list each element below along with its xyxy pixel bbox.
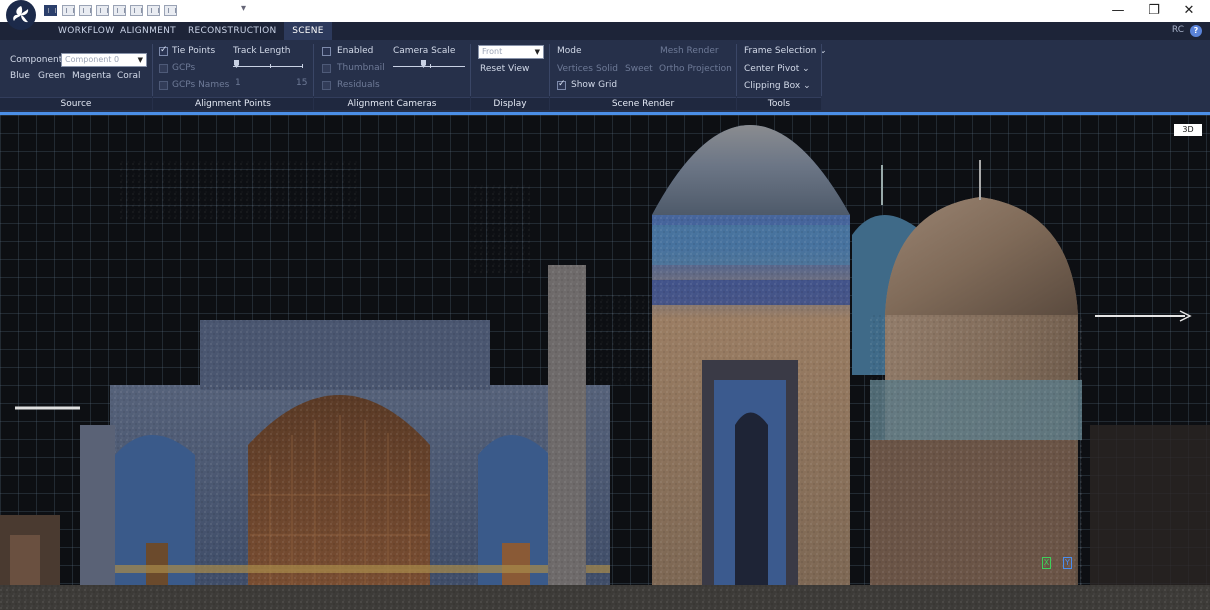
layout-8-icon[interactable] [164, 5, 177, 16]
account-label[interactable]: RC [1172, 25, 1184, 35]
point-cloud-render [0, 125, 1210, 610]
restore-button[interactable]: ❐ [1140, 2, 1168, 20]
separator [313, 44, 314, 96]
enabled-label: Enabled [337, 46, 374, 56]
show-grid-label: Show Grid [571, 80, 618, 90]
color-blue[interactable]: Blue [10, 71, 30, 81]
alignment-points-group-label: Alignment Points [153, 97, 313, 110]
color-coral[interactable]: Coral [117, 71, 141, 81]
layout-3-icon[interactable] [79, 5, 92, 16]
app-logo-icon[interactable] [6, 0, 36, 30]
chevron-down-icon: ⌄ [803, 81, 811, 91]
layout-1-icon[interactable] [44, 5, 57, 16]
tab-reconstruction[interactable]: RECONSTRUCTION [188, 22, 276, 40]
title-bar: ▾ — ❐ ✕ [0, 0, 1210, 30]
residuals-label: Residuals [337, 80, 380, 90]
view-dropdown-value: Front [482, 47, 503, 56]
tie-points-checkbox[interactable] [159, 45, 168, 56]
gcps-names-checkbox[interactable] [159, 81, 168, 90]
gizmo-y-icon[interactable]: Y [1063, 557, 1072, 569]
tie-points-label: Tie Points [172, 46, 216, 56]
track-min-value: 1 [235, 78, 241, 88]
chevron-down-icon: ▼ [534, 48, 540, 56]
slider-track [233, 66, 303, 67]
slider-tick [430, 64, 431, 68]
3d-viewport[interactable]: 3D X Y [0, 115, 1210, 610]
track-length-label: Track Length [233, 46, 291, 56]
center-pivot-button[interactable]: Center Pivot ⌄ [744, 64, 810, 74]
gcps-label: GCPs [172, 63, 196, 73]
residuals-checkbox[interactable] [322, 81, 331, 90]
quick-access-dropdown[interactable]: ▾ [241, 3, 246, 14]
ortho-projection-option[interactable]: Ortho Projection [659, 64, 732, 74]
layout-5-icon[interactable] [113, 5, 126, 16]
frame-selection-label: Frame Selection [744, 46, 817, 56]
clipping-box-button[interactable]: Clipping Box ⌄ [744, 81, 811, 91]
tools-group-label: Tools [737, 97, 821, 110]
color-green[interactable]: Green [38, 71, 65, 81]
separator [549, 44, 550, 96]
enabled-checkbox[interactable] [322, 47, 331, 56]
slider-tick [302, 64, 303, 68]
view-mode-badge[interactable]: 3D [1174, 124, 1202, 136]
slider-track [393, 66, 465, 67]
component-dropdown[interactable]: Component 0 ▼ [61, 53, 147, 67]
view-dropdown[interactable]: Front ▼ [478, 45, 544, 59]
minimize-button[interactable]: — [1104, 2, 1132, 20]
tab-workflow[interactable]: WORKFLOW [58, 22, 114, 40]
separator [736, 44, 737, 96]
layout-7-icon[interactable] [147, 5, 160, 16]
layout-2-icon[interactable] [62, 5, 75, 16]
track-max-value: 15 [296, 78, 308, 88]
display-group-label: Display [471, 97, 549, 110]
mode-label: Mode [557, 46, 582, 56]
clipping-box-label: Clipping Box [744, 81, 801, 91]
tab-alignment[interactable]: ALIGNMENT [118, 22, 178, 40]
separator [821, 44, 822, 96]
alignment-cameras-group-label: Alignment Cameras [314, 97, 470, 110]
close-button[interactable]: ✕ [1175, 2, 1203, 20]
camera-scale-label: Camera Scale [393, 46, 456, 56]
scene-render-group-label: Scene Render [550, 97, 736, 110]
frame-selection-button[interactable]: Frame Selection ⌄ [744, 46, 827, 56]
tab-scene[interactable]: SCENE [284, 22, 332, 40]
component-dropdown-value: Component 0 [65, 55, 120, 64]
gcps-checkbox[interactable] [159, 64, 168, 73]
source-group-label: Source [0, 97, 152, 110]
chevron-down-icon: ⌄ [802, 64, 810, 74]
show-grid-checkbox[interactable] [557, 79, 566, 90]
separator [470, 44, 471, 96]
slider-tick [270, 64, 271, 68]
gcps-names-label: GCPs Names [172, 80, 230, 90]
thumbnail-checkbox[interactable] [322, 64, 331, 73]
component-label: Component [10, 55, 63, 65]
thumbnail-label: Thumbnail [337, 63, 385, 73]
center-pivot-label: Center Pivot [744, 64, 800, 74]
solid-option[interactable]: Solid [596, 64, 618, 74]
gizmo-x-icon[interactable]: X [1042, 557, 1051, 569]
layout-6-icon[interactable] [130, 5, 143, 16]
ribbon-tabs: WORKFLOW ALIGNMENT RECONSTRUCTION SCENE … [0, 22, 1210, 40]
help-icon[interactable]: ? [1190, 25, 1202, 37]
vertices-option[interactable]: Vertices [557, 64, 593, 74]
layout-4-icon[interactable] [96, 5, 109, 16]
sweet-option[interactable]: Sweet [625, 64, 653, 74]
chevron-down-icon: ▼ [137, 56, 143, 64]
separator [152, 44, 153, 96]
reset-view-button[interactable]: Reset View [480, 64, 529, 74]
scene-ribbon: Component Component 0 ▼ Blue Green Magen… [0, 40, 1210, 112]
mesh-render-label: Mesh Render [660, 46, 719, 56]
color-magenta[interactable]: Magenta [72, 71, 111, 81]
